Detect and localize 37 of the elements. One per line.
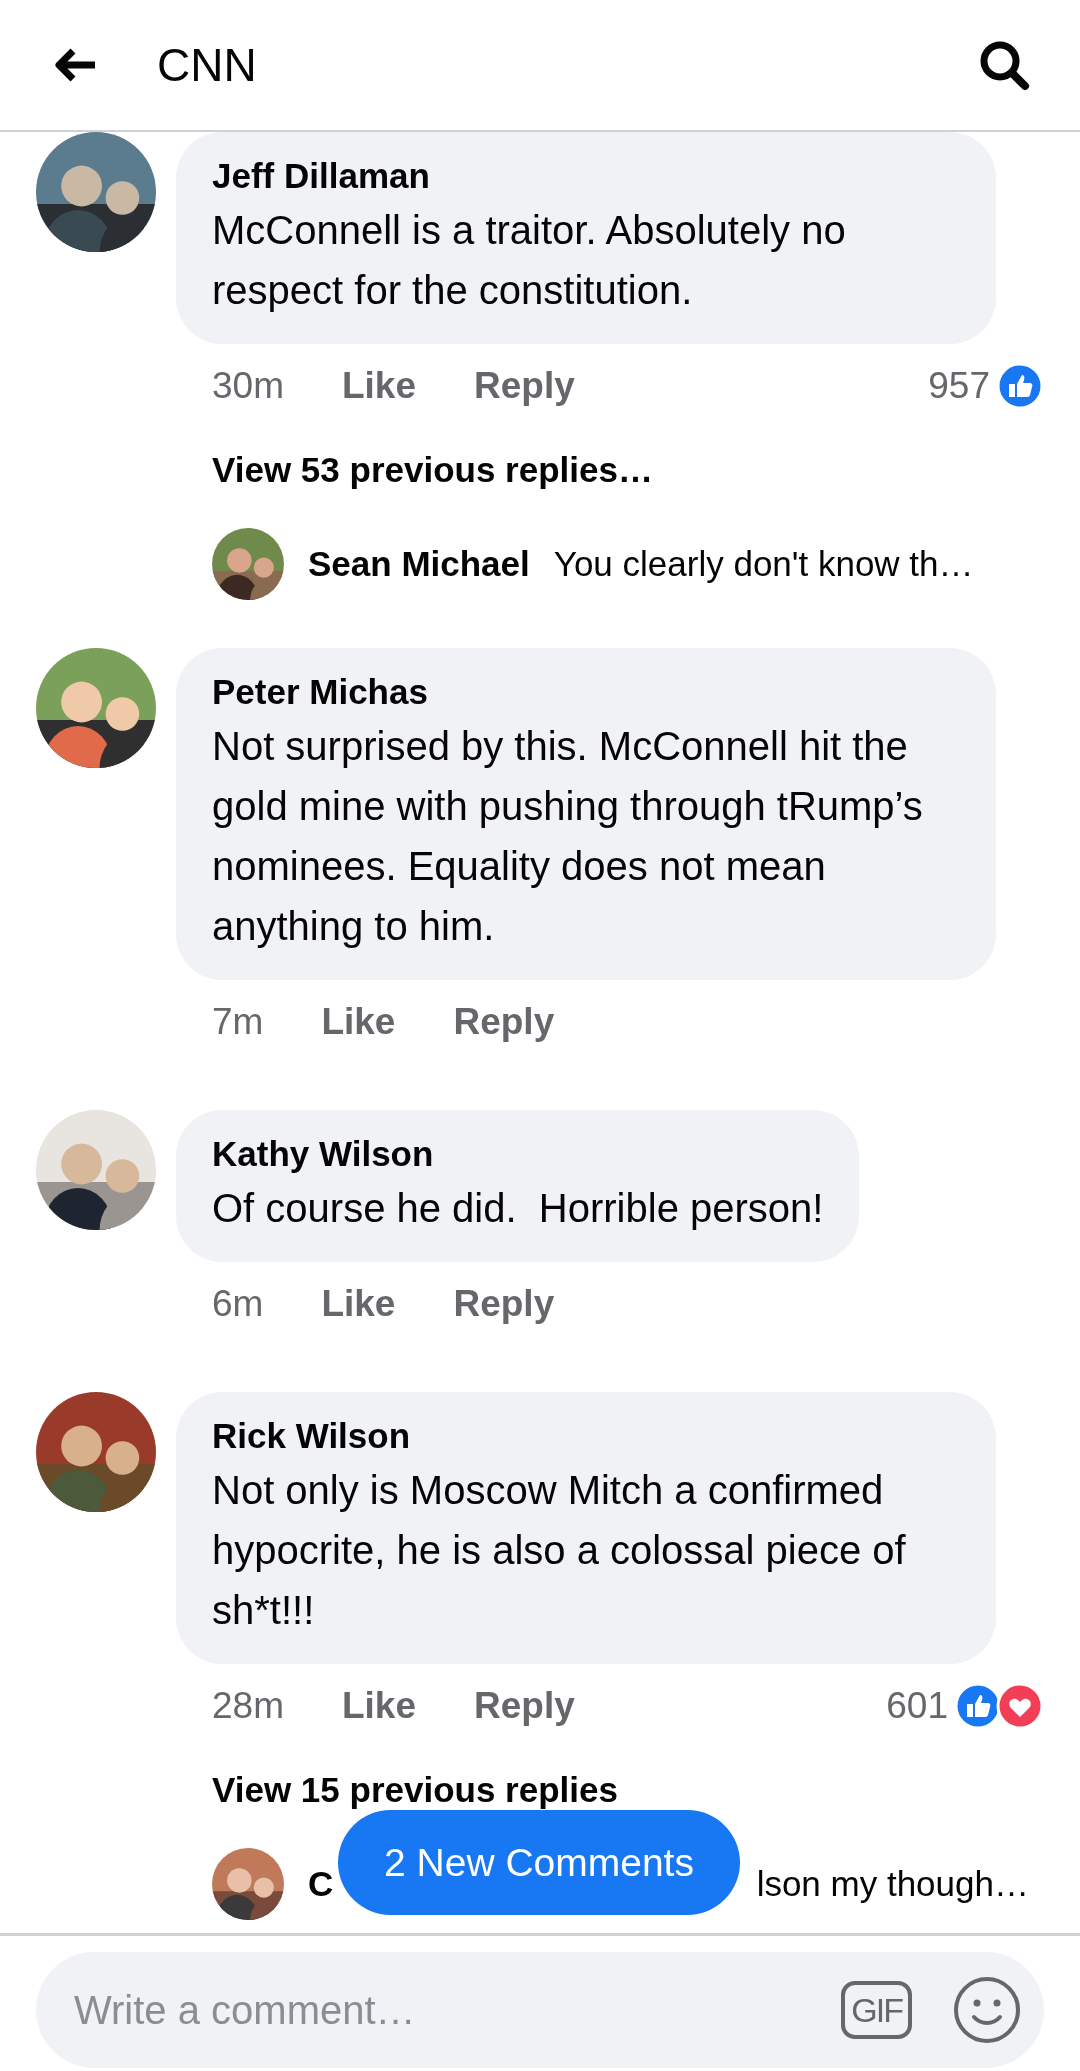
like-link[interactable]: Like [342, 1685, 417, 1727]
comment-author[interactable]: Rick Wilson [212, 1412, 960, 1460]
comment-time: 28m [212, 1685, 284, 1727]
comment-text: McConnell is a traitor. Absolutely no respect for the constitution. [212, 207, 847, 314]
heart-reaction-icon [996, 1682, 1044, 1730]
view-replies-link[interactable]: View 53 previous replies… [176, 450, 653, 490]
page-title: CNN [157, 38, 258, 92]
reply-link[interactable]: Reply [474, 1685, 575, 1727]
like-link[interactable]: Like [342, 365, 417, 407]
new-comments-button[interactable]: 2 New Comments [338, 1810, 740, 1915]
comment-text: Of course he did. Horrible person! [212, 1185, 824, 1232]
reply-link[interactable]: Reply [453, 1283, 555, 1325]
comment-author[interactable]: Jeff Dillaman [212, 152, 960, 200]
reaction-count[interactable]: 957 [928, 365, 990, 407]
reply-link[interactable]: Reply [453, 1001, 555, 1043]
back-arrow-icon[interactable] [55, 48, 97, 82]
like-link[interactable]: Like [321, 1001, 396, 1043]
comment-time: 7m [212, 1001, 264, 1043]
reaction-count[interactable]: 601 [886, 1685, 948, 1727]
reply-author[interactable]: C [308, 1864, 334, 1904]
search-icon[interactable] [978, 39, 1030, 91]
reply-link[interactable]: Reply [474, 365, 575, 407]
gif-button[interactable]: GIF [841, 1981, 912, 2039]
comment-author[interactable]: Kathy Wilson [212, 1130, 824, 1178]
like-link[interactable]: Like [321, 1283, 396, 1325]
view-replies-link[interactable]: View 15 previous replies [176, 1770, 618, 1810]
like-reaction-icon [996, 362, 1044, 410]
reply-author[interactable]: Sean Michael [308, 544, 530, 584]
reply-text: lson my though… [756, 1864, 1029, 1904]
reply-text: You clearly don't know th… [553, 544, 974, 584]
comment-time: 6m [212, 1283, 264, 1325]
emoji-icon[interactable] [952, 1975, 1022, 2045]
comment-text: Not only is Moscow Mitch a confirmed hypocrite, he is also a colossal piece of sh*t!!! [212, 1467, 907, 1634]
comment-author[interactable]: Peter Michas [212, 668, 960, 716]
comment-text: Not surprised by this. McConnell hit the gold mine with pushing through tRump’s nominees. Equality does not mean anything to him. [212, 723, 924, 950]
comment-time: 30m [212, 365, 284, 407]
comment-field[interactable]: Write a comment… GIF [36, 1952, 1044, 2068]
